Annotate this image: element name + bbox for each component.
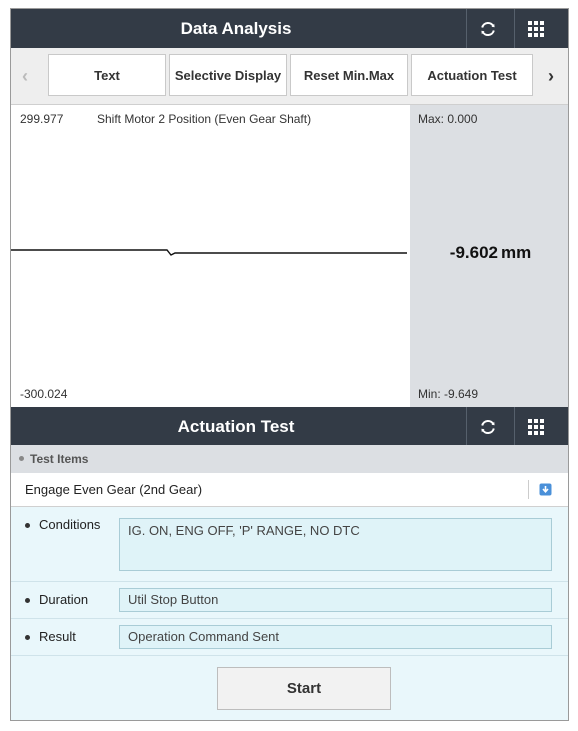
function-toolbar: ‹ Text Selective Display Reset Min.Max A…: [11, 48, 568, 105]
current-value: -9.602 mm: [410, 243, 568, 263]
result-label: Result: [25, 629, 76, 644]
actuation-test-button[interactable]: Actuation Test: [411, 54, 533, 96]
current-value-number: -9.602: [449, 243, 498, 262]
start-button[interactable]: Start: [217, 667, 391, 710]
reset-min-max-button[interactable]: Reset Min.Max: [290, 54, 408, 96]
divider: [528, 480, 529, 499]
conditions-field: IG. ON, ENG OFF, 'P' RANGE, NO DTC: [119, 518, 552, 571]
duration-label-text: Duration: [39, 592, 89, 607]
bullet-icon: [25, 523, 30, 529]
refresh-button[interactable]: [466, 9, 509, 48]
text-button[interactable]: Text: [48, 54, 166, 96]
actuation-test-title: Actuation Test: [177, 417, 295, 436]
data-analysis-title: Data Analysis: [180, 19, 292, 38]
bullet-icon: [19, 456, 24, 462]
conditions-row: Conditions IG. ON, ENG OFF, 'P' RANGE, N…: [11, 507, 568, 582]
min-label: Min: -9.649: [418, 387, 479, 401]
conditions-label-text: Conditions: [39, 517, 101, 532]
result-label-text: Result: [39, 629, 76, 644]
selective-display-button[interactable]: Selective Display: [169, 54, 287, 96]
duration-field: Util Stop Button: [119, 588, 552, 612]
duration-row: Duration Util Stop Button: [11, 582, 568, 619]
selected-test-item: Engage Even Gear (2nd Gear): [25, 482, 203, 497]
grid-icon: [528, 418, 544, 435]
test-items-label: Test Items: [30, 452, 89, 466]
test-item-selector[interactable]: Engage Even Gear (2nd Gear): [11, 473, 568, 507]
refresh-icon: [481, 419, 495, 434]
refresh-icon: [481, 21, 495, 36]
conditions-label: Conditions: [25, 517, 100, 532]
actuation-test-header: Actuation Test: [11, 407, 568, 446]
data-analysis-header: Data Analysis: [11, 9, 568, 48]
test-items-header: Test Items: [11, 445, 568, 473]
bullet-icon: [25, 635, 30, 641]
current-value-unit: mm: [500, 243, 532, 262]
grid-icon: [528, 20, 544, 37]
grid-menu-button[interactable]: [514, 9, 557, 48]
duration-label: Duration: [25, 592, 88, 607]
app-frame: Data Analysis ‹ Text Selective Display R…: [10, 8, 569, 721]
chevron-right-icon[interactable]: ›: [537, 48, 565, 104]
result-field: Operation Command Sent: [119, 625, 552, 649]
result-row: Result Operation Command Sent: [11, 619, 568, 656]
actuation-grid-button[interactable]: [514, 407, 557, 446]
download-icon[interactable]: [539, 483, 552, 496]
signal-trace: [11, 249, 407, 256]
signal-graph-panel: 299.977 Shift Motor 2 Position (Even Gea…: [11, 105, 568, 407]
graph-lower-value: -300.024: [20, 387, 68, 401]
chevron-left-icon[interactable]: ‹: [11, 48, 39, 104]
bullet-icon: [25, 598, 30, 604]
actuation-refresh-button[interactable]: [466, 407, 509, 446]
max-label: Max: 0.000: [418, 112, 478, 126]
